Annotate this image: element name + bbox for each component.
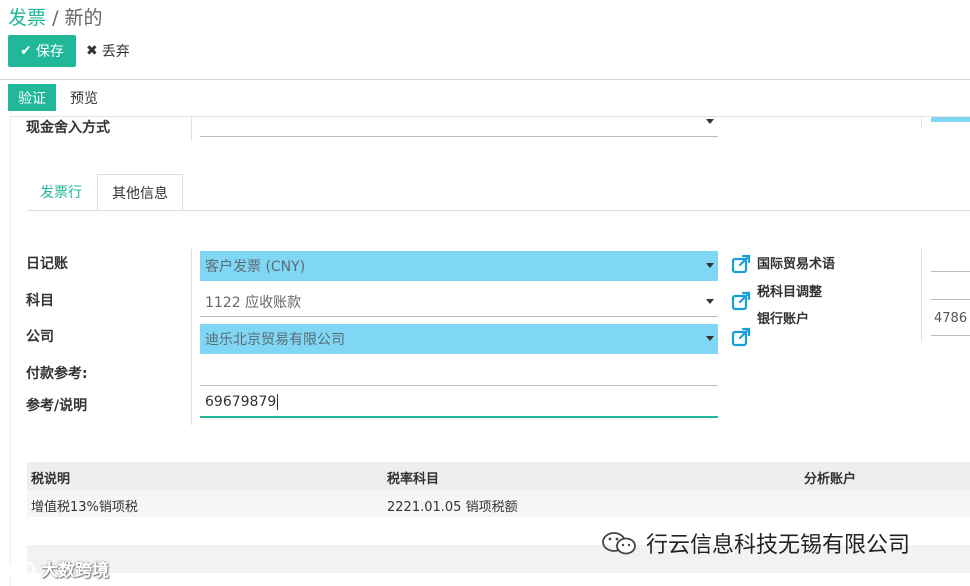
preview-button[interactable]: 预览 — [70, 84, 98, 111]
chevron-down-icon — [706, 119, 714, 124]
text-cursor — [277, 394, 279, 410]
label-column-divider — [191, 117, 192, 141]
discard-button[interactable]: ✖ 丢弃 — [86, 35, 130, 67]
account-label: 科目 — [26, 293, 54, 309]
chevron-down-icon — [706, 263, 714, 268]
tab-other-info[interactable]: 其他信息 — [97, 174, 183, 211]
close-icon: ✖ — [86, 43, 98, 59]
save-button[interactable]: ✔ 保存 — [8, 35, 76, 67]
check-icon: ✔ — [20, 43, 32, 59]
journal-select[interactable]: 客户发票 (CNY) — [200, 251, 718, 281]
wechat-watermark-text: 行云信息科技无锡有限公司 — [646, 533, 911, 558]
cash-rounding-label: 现金舍入方式 — [26, 120, 110, 136]
tax-account-header: 税率科目 — [387, 472, 440, 487]
bank-account-underline — [931, 335, 970, 336]
external-link-icon[interactable] — [731, 291, 751, 311]
validate-button[interactable]: 验证 — [8, 84, 56, 111]
label-column-divider — [191, 249, 192, 425]
breadcrumb-parent-link[interactable]: 发票 — [8, 7, 46, 29]
account-select[interactable]: 1122 应收账款 — [200, 287, 718, 317]
right-column-divider — [921, 249, 922, 341]
fiscal-position-select[interactable] — [931, 299, 970, 300]
reference-value: 69679879 — [205, 394, 277, 410]
wechat-icon — [602, 532, 636, 555]
tax-table-header: 税说明 税率科目 分析账户 — [27, 462, 970, 490]
control-panel-divider — [0, 79, 970, 80]
wechat-watermark: 行云信息科技无锡有限公司 — [600, 527, 910, 559]
chevron-down-icon — [706, 336, 714, 341]
breadcrumb-current: 新的 — [64, 7, 103, 29]
corner-watermark-text: 大数跨境 — [41, 561, 109, 581]
incoterm-label: 国际贸易术语 — [757, 257, 836, 272]
bank-account-value[interactable]: 4786 — [934, 311, 970, 326]
cash-rounding-select[interactable] — [200, 107, 718, 137]
tax-account-cell: 2221.01.05 销项税额 — [387, 500, 518, 515]
external-link-icon[interactable] — [731, 254, 751, 274]
column-divider — [921, 117, 922, 127]
form-sheet-left-border — [10, 116, 11, 586]
company-select[interactable]: 迪乐北京贸易有限公司 — [200, 324, 718, 354]
tax-description-header: 税说明 — [31, 472, 71, 487]
discard-button-label: 丢弃 — [101, 44, 130, 60]
account-value: 1122 应收账款 — [205, 294, 302, 311]
external-link-icon[interactable] — [731, 327, 751, 347]
company-label: 公司 — [26, 329, 54, 345]
reference-input[interactable]: 69679879 — [200, 388, 718, 418]
watermark-logo-icon — [8, 561, 36, 576]
tab-invoice-lines[interactable]: 发票行 — [40, 182, 82, 202]
incoterm-select[interactable] — [931, 271, 970, 272]
journal-label: 日记账 — [26, 256, 68, 272]
breadcrumb-separator: / — [52, 7, 59, 29]
table-row[interactable]: 增值税13%销项税 2221.01.05 销项税额 — [27, 490, 970, 517]
analytic-account-header: 分析账户 — [804, 472, 857, 487]
payment-reference-label: 付款参考: — [26, 366, 88, 382]
tab-divider — [27, 210, 970, 211]
reference-label: 参考/说明 — [26, 398, 88, 414]
fiscal-position-label: 税科目调整 — [757, 285, 823, 300]
breadcrumb: 发票 / 新的 — [8, 3, 103, 30]
bank-account-label: 银行账户 — [757, 312, 810, 327]
journal-value: 客户发票 (CNY) — [205, 259, 306, 275]
save-button-label: 保存 — [35, 44, 64, 60]
company-value: 迪乐北京贸易有限公司 — [205, 332, 345, 348]
right-edge-accent — [931, 117, 970, 122]
corner-watermark: 大数跨境 — [8, 556, 109, 581]
chevron-down-icon — [706, 299, 714, 304]
tax-description-cell: 增值税13%销项税 — [31, 500, 138, 515]
payment-reference-input[interactable] — [200, 356, 718, 386]
